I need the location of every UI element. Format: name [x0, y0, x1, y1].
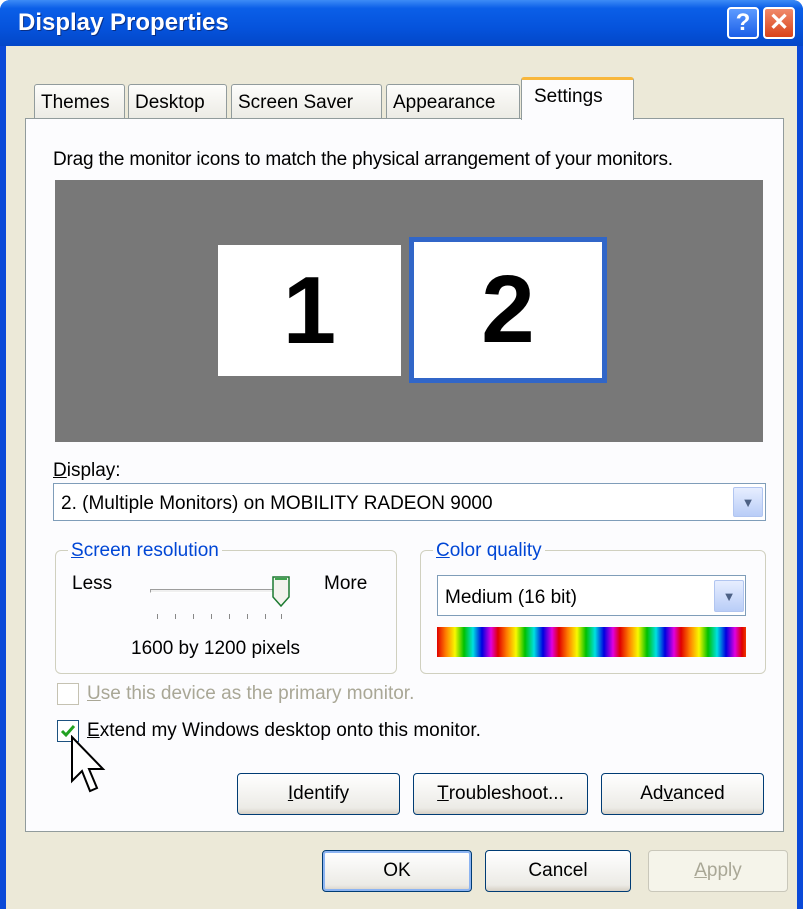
tab-settings[interactable]: Settings — [521, 77, 634, 120]
settings-panel — [25, 118, 784, 832]
close-button[interactable]: ✕ — [763, 7, 795, 39]
tab-appearance[interactable]: Appearance — [386, 84, 520, 118]
title-bar[interactable]: Display Properties ? ✕ — [0, 0, 803, 46]
help-button[interactable]: ? — [727, 7, 759, 39]
tab-themes[interactable]: Themes — [34, 84, 125, 118]
tab-screen-saver[interactable]: Screen Saver — [231, 84, 382, 118]
tab-desktop[interactable]: Desktop — [128, 84, 227, 118]
window-title: Display Properties — [18, 9, 229, 36]
